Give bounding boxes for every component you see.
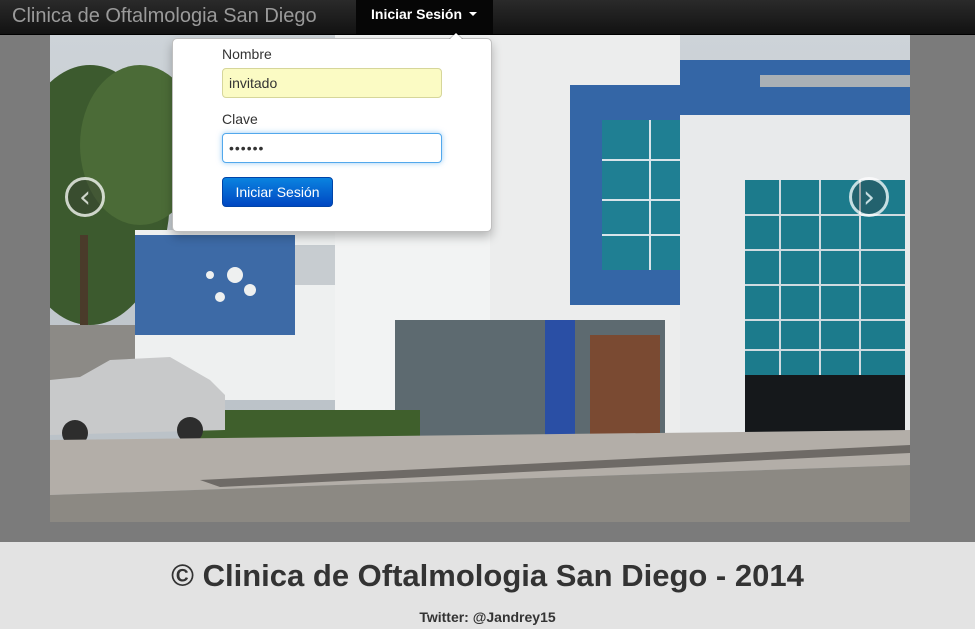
top-navbar: Clinica de Oftalmologia San Diego Inicia… [0, 0, 975, 35]
login-submit-button[interactable]: Iniciar Sesión [222, 177, 333, 207]
footer-copyright: © Clinica de Oftalmologia San Diego - 20… [171, 558, 804, 593]
footer-twitter: Twitter: @Jandrey15 [419, 609, 556, 625]
login-menu-label: Iniciar Sesión [371, 6, 463, 22]
login-menu-toggle[interactable]: Iniciar Sesión [356, 0, 493, 34]
brand-link[interactable]: Clinica de Oftalmologia San Diego [12, 4, 317, 28]
username-label: Nombre [222, 46, 272, 62]
carousel-prev-button[interactable]: ‹ [65, 177, 105, 217]
chevron-left-icon: ‹ [79, 180, 91, 215]
page-footer: © Clinica de Oftalmologia San Diego - 20… [0, 542, 975, 629]
password-label: Clave [222, 111, 258, 127]
carousel-next-button[interactable]: › [849, 177, 889, 217]
username-input[interactable] [222, 68, 442, 98]
chevron-right-icon: › [863, 180, 875, 215]
login-dropdown: Nombre Clave Iniciar Sesión [172, 32, 492, 232]
caret-down-icon [469, 12, 478, 17]
password-input[interactable] [222, 133, 442, 163]
